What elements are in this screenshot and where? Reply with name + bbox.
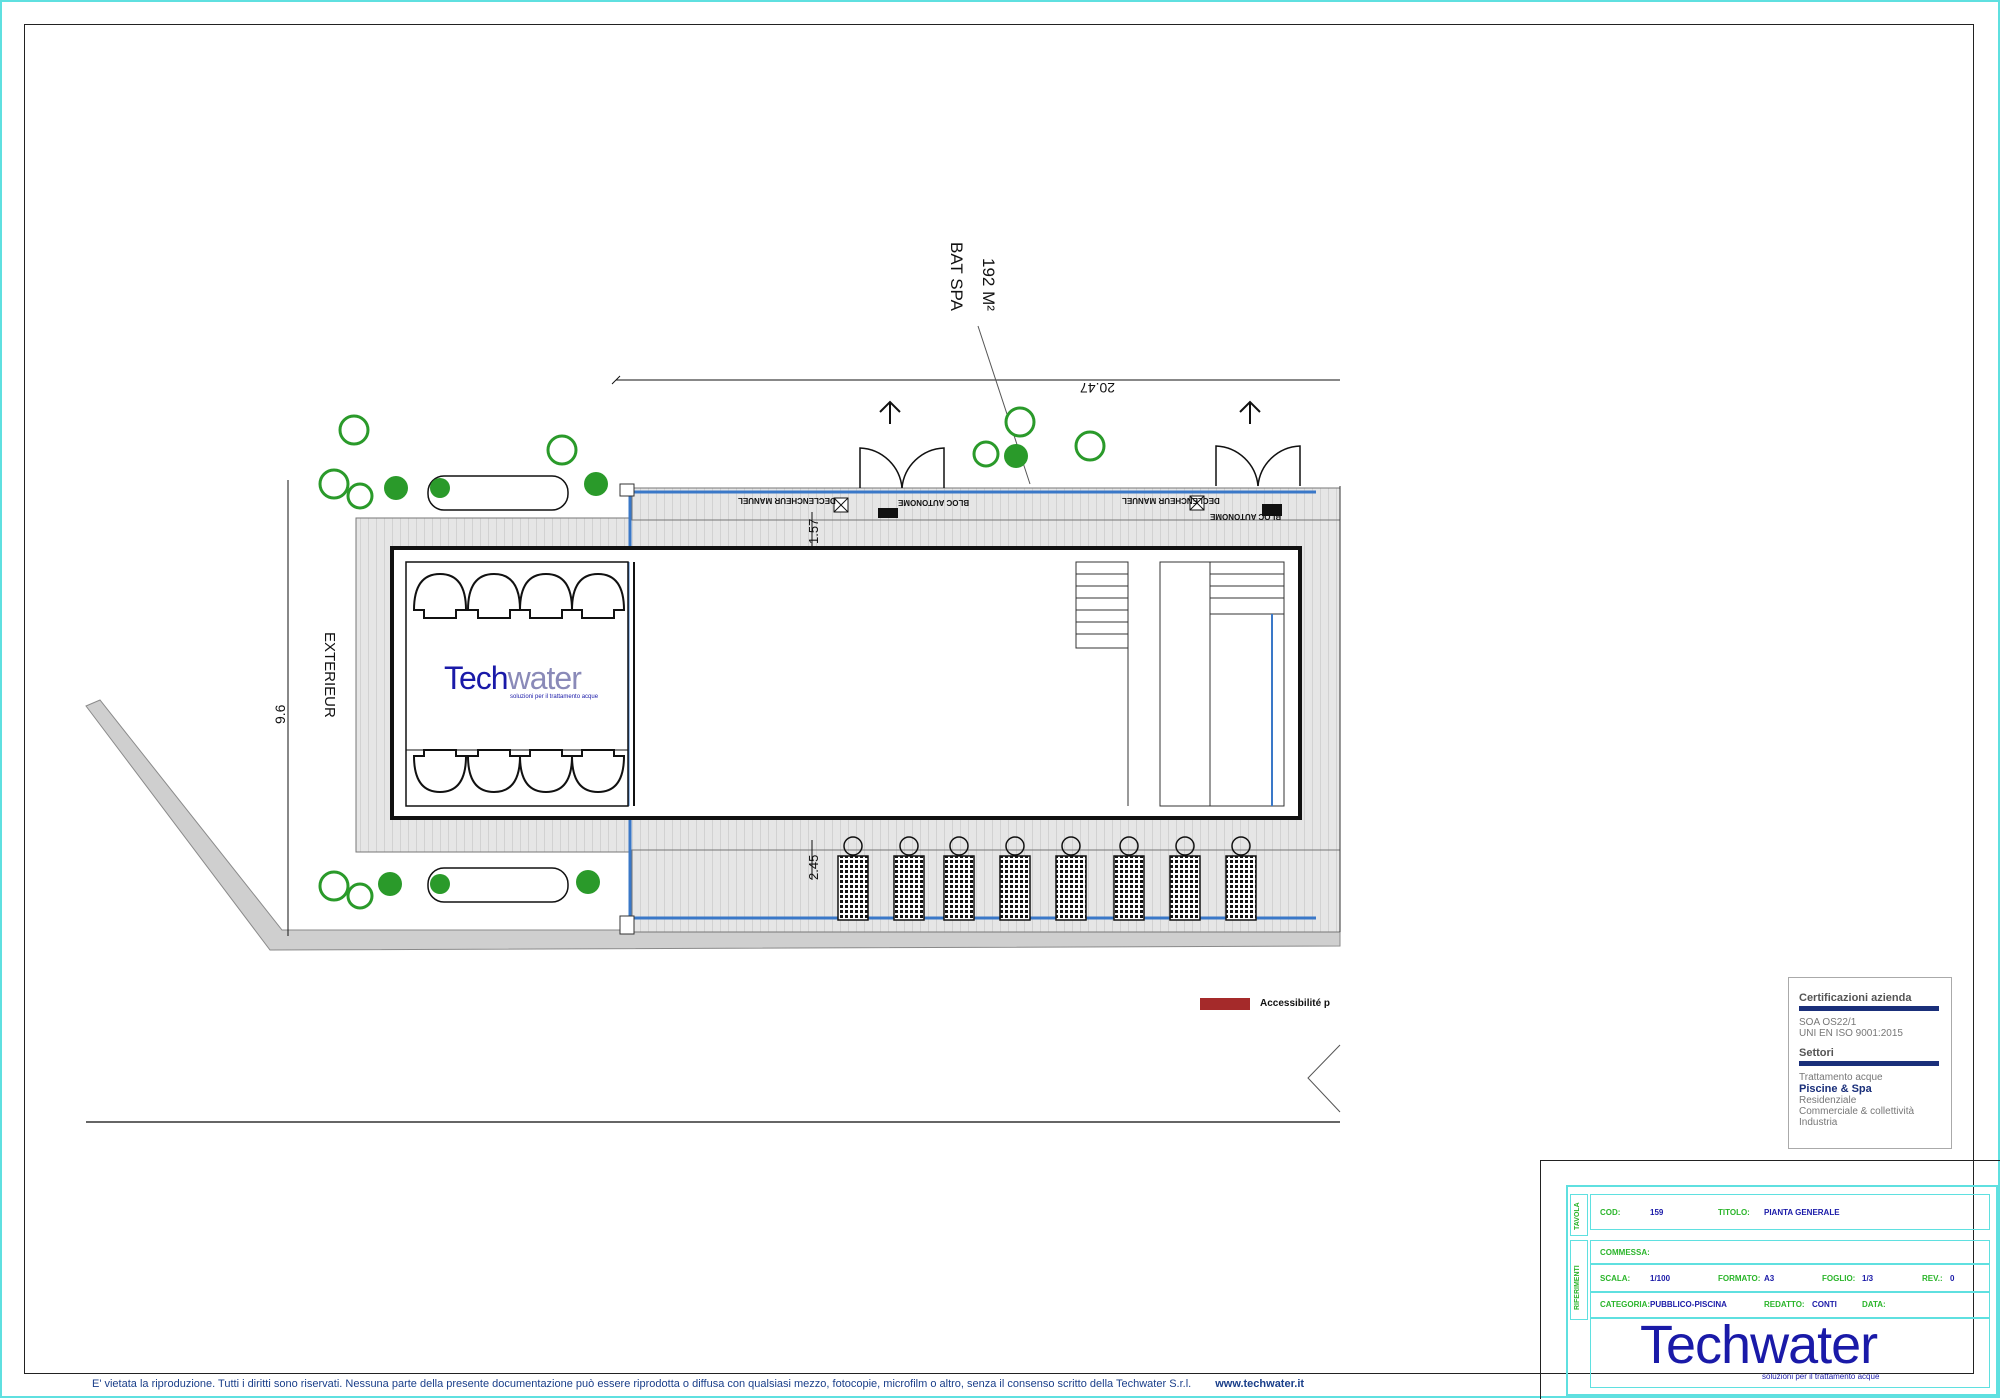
cod-value: 159 [1650,1208,1664,1217]
scala-value: 1/100 [1650,1274,1671,1283]
sector-item-highlighted: Piscine & Spa [1799,1083,1872,1095]
center-logo-tech: Tech [444,660,509,696]
foglio-value: 1/3 [1862,1274,1874,1283]
footer-url[interactable]: www.techwater.it [1215,1378,1304,1390]
legend-label: Accessibilité p [1260,998,1331,1009]
certifications-heading: Certificazioni azienda [1799,992,1912,1004]
sector-item: Commerciale & collettività [1799,1106,1915,1117]
exterior-label: EXTERIEUR [321,632,338,718]
scala-label: SCALA: [1600,1274,1631,1283]
titolo-label: TITOLO: [1718,1208,1750,1217]
formato-value: A3 [1764,1274,1775,1283]
titolo-value: PIANTA GENERALE [1764,1208,1840,1217]
certifications-bar [1799,1006,1939,1011]
dim-height-label: 9.6 [272,704,288,724]
formato-label: FORMATO: [1718,1274,1761,1283]
cod-label: COD: [1600,1208,1621,1217]
building-label: BAT SPA [947,242,966,311]
sectors-heading: Settori [1799,1047,1834,1059]
commessa-label: COMMESSA: [1600,1248,1650,1257]
certifications-box: Certificazioni azienda SOA OS22/1 UNI EN… [1788,977,1952,1149]
categoria-value: PUBBLICO-PISCINA [1650,1300,1727,1309]
rev-value: 0 [1950,1274,1955,1283]
footer: E' vietata la riproduzione. Tutti i diri… [92,1378,1304,1390]
sectors-bar [1799,1061,1939,1066]
logo-tech: Tech [1640,1315,1751,1375]
dim-width-label: 20.47 [1080,380,1116,396]
dim-top-strip-label: 1.57 [806,518,821,544]
side-tavola: TAVOLA [1574,1202,1581,1230]
sector-item: Trattamento acque [1799,1072,1883,1083]
foglio-label: FOGLIO: [1822,1274,1856,1283]
categoria-label: CATEGORIA: [1600,1300,1651,1309]
row-commessa [1590,1240,1990,1264]
center-logo-tagline: soluzioni per il trattamento acque [510,694,599,700]
exit-arrows [879,400,1261,424]
logo-tagline: soluzioni per il trattamento acque [1762,1372,1880,1381]
center-logo-water: water [507,660,582,696]
redatto-label: REDATTO: [1764,1300,1805,1309]
side-riferimenti: RIFERIMENTI [1574,1265,1581,1310]
area-label: 192 M² [979,258,998,311]
cert-item: SOA OS22/1 [1799,1017,1857,1028]
site-corner [1307,1044,1341,1113]
legend-swatch-accessibility [1200,998,1250,1010]
equipment-label-4: DECLENCHEUR MANUEL [1122,496,1220,505]
sector-item: Industria [1799,1117,1838,1128]
dim-bottom-strip-label: 2.45 [806,854,821,880]
logo-water: water [1750,1315,1878,1375]
title-block-logo: Techwater [1640,1315,1878,1375]
equipment-label-2: DECLENCHEUR MANUEL [738,496,836,505]
sector-item: Residenziale [1799,1095,1857,1106]
equipment-label-3: BLOC AUTONOME [1210,512,1282,521]
footer-disclaimer: E' vietata la riproduzione. Tutti i diri… [92,1378,1192,1390]
equipment-label-1: BLOC AUTONOME [898,498,970,507]
redatto-value: CONTI [1812,1300,1837,1309]
data-label: DATA: [1862,1300,1886,1309]
rev-label: REV.: [1922,1274,1943,1283]
cert-item: UNI EN ISO 9001:2015 [1799,1028,1903,1039]
center-logo: Techwater [444,660,582,697]
